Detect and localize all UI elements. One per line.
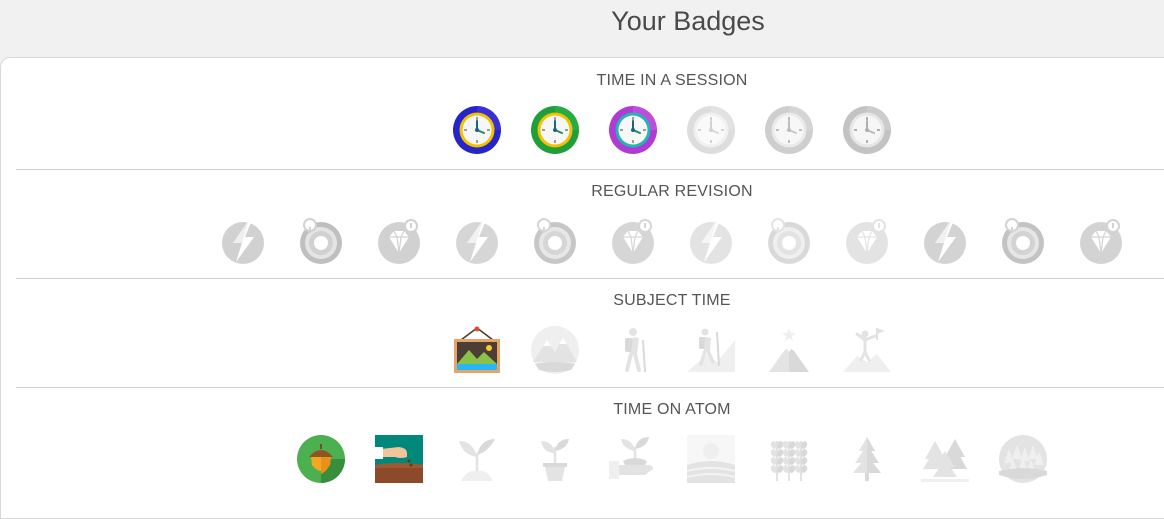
clock-icon[interactable]	[531, 106, 579, 154]
lightning-icon[interactable]	[219, 217, 267, 265]
badges-panel	[0, 57, 1164, 519]
climber-icon[interactable]	[687, 326, 735, 374]
section-divider	[16, 169, 1164, 170]
clock-icon[interactable]	[765, 106, 813, 154]
section-divider	[16, 278, 1164, 279]
landscape-picture-icon[interactable]	[453, 326, 501, 374]
lightning-icon[interactable]	[921, 217, 969, 265]
clock-icon[interactable]	[453, 106, 501, 154]
woodland-icon[interactable]	[999, 435, 1047, 483]
target-icon[interactable]	[765, 217, 813, 265]
section-title: TIME ON ATOM	[613, 401, 731, 418]
page-title: Your Badges	[611, 6, 765, 36]
wheat-icon[interactable]	[765, 435, 813, 483]
section-title: REGULAR REVISION	[591, 183, 753, 200]
lightning-icon[interactable]	[687, 217, 735, 265]
mountain-peak-icon[interactable]	[765, 326, 813, 374]
hiker-icon[interactable]	[609, 326, 657, 374]
target-icon[interactable]	[999, 217, 1047, 265]
mountains-icon[interactable]	[531, 326, 579, 374]
sprout-icon[interactable]	[453, 435, 501, 483]
diamond-icon[interactable]	[609, 217, 657, 265]
lightning-icon[interactable]	[453, 217, 501, 265]
acorn-icon[interactable]	[297, 435, 345, 483]
target-icon[interactable]	[297, 217, 345, 265]
section-title: SUBJECT TIME	[613, 292, 731, 309]
section-title: TIME IN A SESSION	[596, 72, 748, 89]
summit-flag-icon[interactable]	[843, 326, 891, 374]
clock-icon[interactable]	[687, 106, 735, 154]
forest-icon[interactable]	[921, 435, 969, 483]
hand-plant-icon[interactable]	[609, 435, 657, 483]
tree-icon[interactable]	[843, 435, 891, 483]
diamond-icon[interactable]	[1077, 217, 1125, 265]
diamond-icon[interactable]	[375, 217, 423, 265]
section-divider	[16, 387, 1164, 388]
clock-icon[interactable]	[843, 106, 891, 154]
seed-planting-icon[interactable]	[375, 435, 423, 483]
clock-icon[interactable]	[609, 106, 657, 154]
diamond-icon[interactable]	[843, 217, 891, 265]
field-sun-icon[interactable]	[687, 435, 735, 483]
target-icon[interactable]	[531, 217, 579, 265]
potted-plant-icon[interactable]	[531, 435, 579, 483]
